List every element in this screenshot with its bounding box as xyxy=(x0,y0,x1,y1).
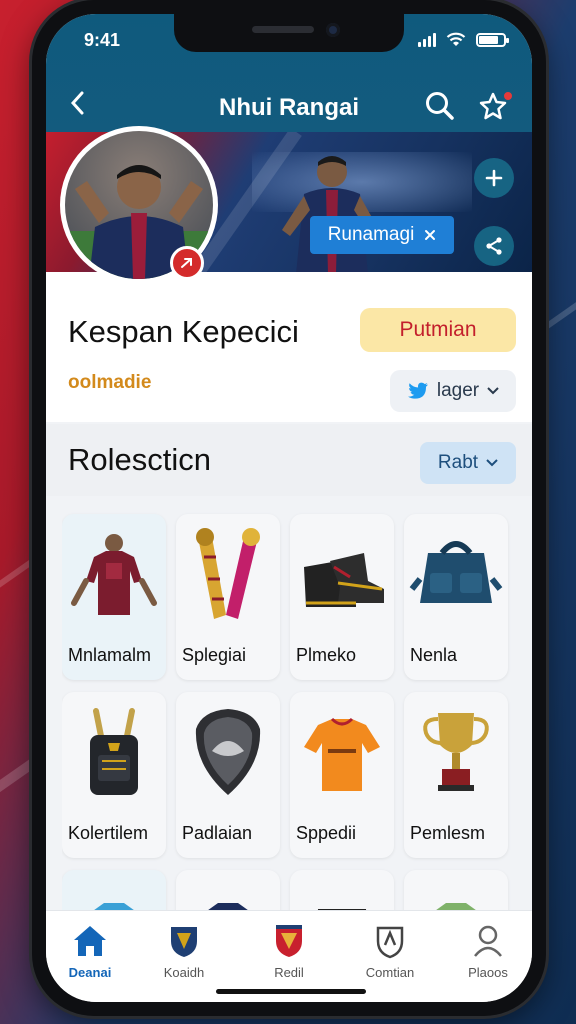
banner-chip[interactable]: Runamagi xyxy=(310,216,454,254)
sort-button-label: Rabt xyxy=(437,452,479,473)
tab-teams[interactable]: Redil xyxy=(249,923,329,980)
tab-label: Comtian xyxy=(365,965,415,980)
section-heading: Rolescticn xyxy=(68,442,211,477)
chevron-down-icon xyxy=(487,387,499,395)
boots-icon xyxy=(304,553,384,607)
item-label: Mnlamalm xyxy=(68,645,152,665)
item-label: Splegiai xyxy=(182,645,247,665)
collection-item[interactable]: Padlaian xyxy=(176,692,280,858)
arrow-icon xyxy=(181,258,192,268)
collection-item[interactable]: Splegiai xyxy=(176,514,280,680)
navigation-bar: Nhui Rangai xyxy=(46,84,532,128)
share-button[interactable] xyxy=(474,226,514,266)
jersey-icon xyxy=(71,534,157,615)
search-icon xyxy=(426,92,454,120)
scarf-icon xyxy=(196,528,260,619)
collection-item[interactable]: Nenla xyxy=(404,514,508,680)
item-label: Pemlesm xyxy=(410,823,486,843)
phone-frame: 9:41 Nhui Rangai Runamagi Kespan Kepecic… xyxy=(32,0,546,1016)
plus-icon xyxy=(485,169,503,187)
collection-item[interactable]: Plmeko xyxy=(290,514,394,680)
red-crest-icon xyxy=(276,925,302,957)
tab-label: Plaoos xyxy=(468,965,508,980)
item-label: Kolertilem xyxy=(68,823,149,843)
status-icons xyxy=(418,32,509,47)
item-label: Plmeko xyxy=(296,645,357,665)
shield-icon xyxy=(195,709,261,795)
tab-label: Deanai xyxy=(68,965,112,980)
collection-grid: Mnlamalm Splegiai Plmeko Nenla Kolertile… xyxy=(62,500,518,920)
tab-profile[interactable]: Plaoos xyxy=(448,923,528,980)
item-label: Padlaian xyxy=(182,823,253,843)
share-icon xyxy=(486,237,502,255)
search-button[interactable] xyxy=(424,90,456,122)
profile-subtitle: oolmadie xyxy=(68,372,152,393)
collection-item[interactable]: Mnlamalm xyxy=(62,514,166,680)
tab-label: Redil xyxy=(274,965,304,980)
bottom-tab-bar: Deanai Koaidh Redil Comtian Plaoos xyxy=(46,910,532,1002)
social-button[interactable]: lager xyxy=(390,370,516,412)
social-button-label: lager xyxy=(436,380,480,401)
verified-badge xyxy=(170,246,204,280)
page-title: Nhui Rangai xyxy=(218,94,359,121)
item-label: Sppedii xyxy=(296,823,357,843)
collection-item[interactable]: Kolertilem xyxy=(62,692,166,858)
signal-icon xyxy=(418,33,436,47)
notification-dot xyxy=(502,90,514,102)
orange-jersey-icon xyxy=(304,717,380,791)
close-icon xyxy=(425,230,436,240)
tab-clubs[interactable]: Koaidh xyxy=(144,923,224,980)
profile-card: Kespan Kepecici oolmadie Putmian lager xyxy=(46,272,532,422)
collection-header: Rolescticn Rabt xyxy=(46,424,532,496)
collection-item[interactable]: Sppedii xyxy=(290,692,394,858)
status-time: 9:41 xyxy=(84,30,121,50)
battery-icon xyxy=(476,33,509,47)
trophy-icon xyxy=(423,713,489,791)
app-screen: 9:41 Nhui Rangai Runamagi Kespan Kepecic… xyxy=(46,14,532,1002)
tab-label: Koaidh xyxy=(163,965,205,980)
backpack-icon xyxy=(90,708,138,795)
twitter-icon xyxy=(407,382,428,399)
device-notch xyxy=(174,14,404,52)
bag-icon xyxy=(409,541,503,603)
avatar[interactable] xyxy=(60,126,218,284)
tab-community[interactable]: Comtian xyxy=(350,923,430,980)
banner-chip-label: Runamagi xyxy=(327,224,415,245)
front-camera xyxy=(326,23,340,37)
speaker-grille xyxy=(252,26,314,33)
collection-item[interactable]: Pemlesm xyxy=(404,692,508,858)
badge-icon xyxy=(376,926,404,959)
profile-name: Kespan Kepecici xyxy=(68,314,299,349)
chevron-down-icon xyxy=(486,459,498,467)
add-button[interactable] xyxy=(474,158,514,198)
item-label: Nenla xyxy=(410,645,458,665)
home-icon xyxy=(74,926,106,956)
profile-icon xyxy=(474,925,502,957)
wifi-icon xyxy=(446,32,466,46)
sort-button[interactable]: Rabt xyxy=(420,442,516,484)
primary-action-button[interactable]: Putmian xyxy=(360,308,516,352)
home-indicator xyxy=(216,989,366,994)
tab-home[interactable]: Deanai xyxy=(50,923,130,980)
crest-icon xyxy=(171,927,197,957)
